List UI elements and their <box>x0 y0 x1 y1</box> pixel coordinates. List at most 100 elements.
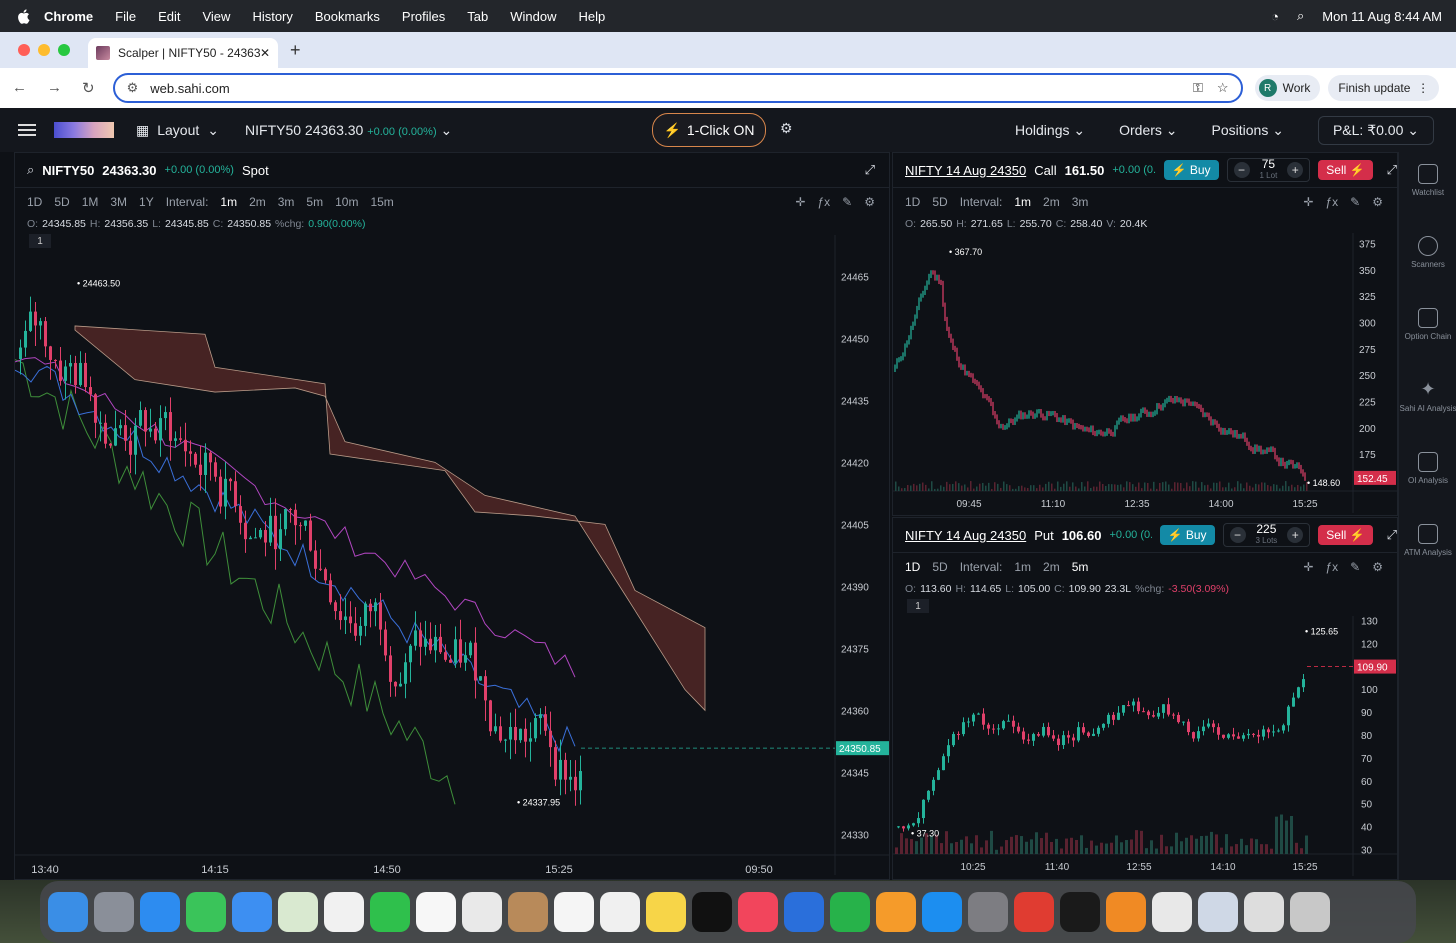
call-type[interactable]: Call <box>1034 163 1056 178</box>
menu-clock[interactable]: Mon 11 Aug 8:44 AM <box>1322 9 1442 24</box>
activity-monitor-icon[interactable] <box>1060 892 1100 932</box>
interval-1m[interactable]: 1m <box>220 195 237 209</box>
facetime-icon[interactable] <box>370 892 410 932</box>
range-1d[interactable]: 1D <box>905 560 920 574</box>
call-price-chart[interactable]: 375 350 325 300 275 250 225 200 175 09:45 11:10 12:… <box>893 233 1397 515</box>
menu-bookmarks[interactable]: Bookmarks <box>315 9 380 24</box>
holdings-menu[interactable]: Holdings ⌄ <box>1015 122 1085 139</box>
chart-settings-icon[interactable]: ⚙ <box>1372 560 1383 574</box>
plus-icon[interactable]: + <box>1287 162 1304 178</box>
tv-icon[interactable] <box>692 892 732 932</box>
downloads-stack-icon[interactable] <box>1244 892 1284 932</box>
sidebar-item-scanners[interactable]: Scanners <box>1399 236 1456 296</box>
interval-3m[interactable]: 3m <box>1072 195 1089 209</box>
menu-tab[interactable]: Tab <box>467 9 488 24</box>
segment-selector[interactable]: Spot <box>242 163 269 178</box>
menu-view[interactable]: View <box>202 9 230 24</box>
site-info-icon[interactable]: ⚙ <box>127 80 139 96</box>
expand-icon[interactable]: ⤢ <box>1387 162 1397 178</box>
app-store-icon[interactable] <box>922 892 962 932</box>
menu-edit[interactable]: Edit <box>158 9 180 24</box>
interval-2m[interactable]: 2m <box>1043 195 1060 209</box>
put-price-chart[interactable]: 1301201101009080706050403010:2511:4012:5… <box>893 616 1397 879</box>
menu-profiles[interactable]: Profiles <box>402 9 445 24</box>
chrome-icon[interactable] <box>462 892 502 932</box>
chart-settings-icon[interactable]: ⚙ <box>864 195 875 209</box>
put-title[interactable]: NIFTY 14 Aug 24350 <box>905 528 1026 543</box>
expand-icon[interactable]: ⤢ <box>1387 527 1397 543</box>
url-text[interactable]: web.sahi.com <box>150 81 229 96</box>
interval-10m[interactable]: 10m <box>335 195 358 209</box>
calendar-icon[interactable] <box>416 892 456 932</box>
symbol-selector[interactable]: NIFTY50 24363.30 +0.00 (0.00%) ⌄ <box>245 122 452 139</box>
messages-icon[interactable] <box>186 892 226 932</box>
positions-menu[interactable]: Positions ⌄ <box>1212 122 1284 139</box>
menu-window[interactable]: Window <box>510 9 556 24</box>
numbers-icon[interactable] <box>830 892 870 932</box>
menu-history[interactable]: History <box>252 9 292 24</box>
crosshair-icon[interactable]: ✛ <box>1303 195 1313 209</box>
finder-icon[interactable] <box>48 892 88 932</box>
draw-icon[interactable]: ✎ <box>1350 560 1360 574</box>
interval-15m[interactable]: 15m <box>370 195 393 209</box>
backup-icon[interactable] <box>1106 892 1146 932</box>
sidebar-item-option-chain[interactable]: Option Chain <box>1399 308 1456 368</box>
put-qty-stepper[interactable]: − 225 3 Lots + <box>1222 523 1311 547</box>
pane-index-selector[interactable]: 1 <box>907 599 929 613</box>
crosshair-icon[interactable]: ✛ <box>795 195 805 209</box>
menu-help[interactable]: Help <box>579 9 606 24</box>
apple-icon[interactable] <box>16 8 30 24</box>
key-icon[interactable]: ⚿ <box>1193 80 1203 96</box>
indicators-icon[interactable]: ƒx <box>1325 195 1338 209</box>
interval-2m[interactable]: 2m <box>249 195 266 209</box>
interval-1m[interactable]: 1m <box>1014 560 1031 574</box>
main-price-chart[interactable]: 24465 24450 24435 24420 24405 24390 24375 24360… <box>15 235 889 879</box>
reminders-icon[interactable] <box>554 892 594 932</box>
crosshair-icon[interactable]: ✛ <box>1303 560 1313 574</box>
forward-icon[interactable]: → <box>47 79 62 97</box>
pnl-button[interactable]: P&L: ₹0.00 ⌄ <box>1317 115 1434 145</box>
trash-icon[interactable] <box>1290 892 1330 932</box>
call-buy-button[interactable]: ⚡ Buy <box>1163 160 1219 180</box>
interval-5m[interactable]: 5m <box>1072 560 1089 574</box>
range-1d[interactable]: 1D <box>905 195 920 209</box>
range-5d[interactable]: 5D <box>54 195 69 209</box>
call-title[interactable]: NIFTY 14 Aug 24350 <box>905 163 1026 178</box>
zoom-window-button[interactable] <box>58 44 70 56</box>
minus-icon[interactable]: − <box>1229 527 1246 543</box>
indicators-icon[interactable]: ƒx <box>817 195 830 209</box>
orders-menu[interactable]: Orders ⌄ <box>1119 122 1177 139</box>
range-1m[interactable]: 1M <box>82 195 99 209</box>
reload-icon[interactable]: ↻ <box>82 79 95 97</box>
launchpad-icon[interactable] <box>94 892 134 932</box>
range-1d[interactable]: 1D <box>27 195 42 209</box>
interval-5m[interactable]: 5m <box>306 195 323 209</box>
textedit-icon[interactable] <box>1152 892 1192 932</box>
freeform-icon[interactable] <box>600 892 640 932</box>
search-icon[interactable]: ⌕ <box>1297 8 1304 24</box>
search-icon[interactable]: ⌕ <box>27 162 34 178</box>
music-icon[interactable] <box>738 892 778 932</box>
back-icon[interactable]: ← <box>12 79 27 97</box>
system-settings-icon[interactable] <box>968 892 1008 932</box>
hamburger-menu-icon[interactable] <box>18 124 36 136</box>
anydesk-icon[interactable] <box>1014 892 1054 932</box>
put-sell-button[interactable]: Sell ⚡ <box>1318 525 1373 545</box>
photos-icon[interactable] <box>324 892 364 932</box>
minus-icon[interactable]: − <box>1233 162 1250 178</box>
contacts-icon[interactable] <box>508 892 548 932</box>
settings-gear-icon[interactable]: ⚙ <box>780 120 793 137</box>
layout-button[interactable]: ▦ Layout ⌄ <box>136 122 219 139</box>
indicators-icon[interactable]: ƒx <box>1325 560 1338 574</box>
close-window-button[interactable] <box>18 44 30 56</box>
put-type[interactable]: Put <box>1034 528 1054 543</box>
keynote-icon[interactable] <box>784 892 824 932</box>
bookmark-star-icon[interactable]: ☆ <box>1217 80 1229 96</box>
range-1y[interactable]: 1Y <box>139 195 154 209</box>
close-tab-icon[interactable]: ✕ <box>260 46 270 60</box>
maps-icon[interactable] <box>278 892 318 932</box>
one-click-toggle[interactable]: ⚡ 1-Click ON <box>652 113 766 147</box>
browser-tab[interactable]: Scalper | NIFTY50 - 24363.3 ✕ <box>88 38 278 68</box>
range-5d[interactable]: 5D <box>932 560 947 574</box>
menu-app-name[interactable]: Chrome <box>44 9 93 24</box>
